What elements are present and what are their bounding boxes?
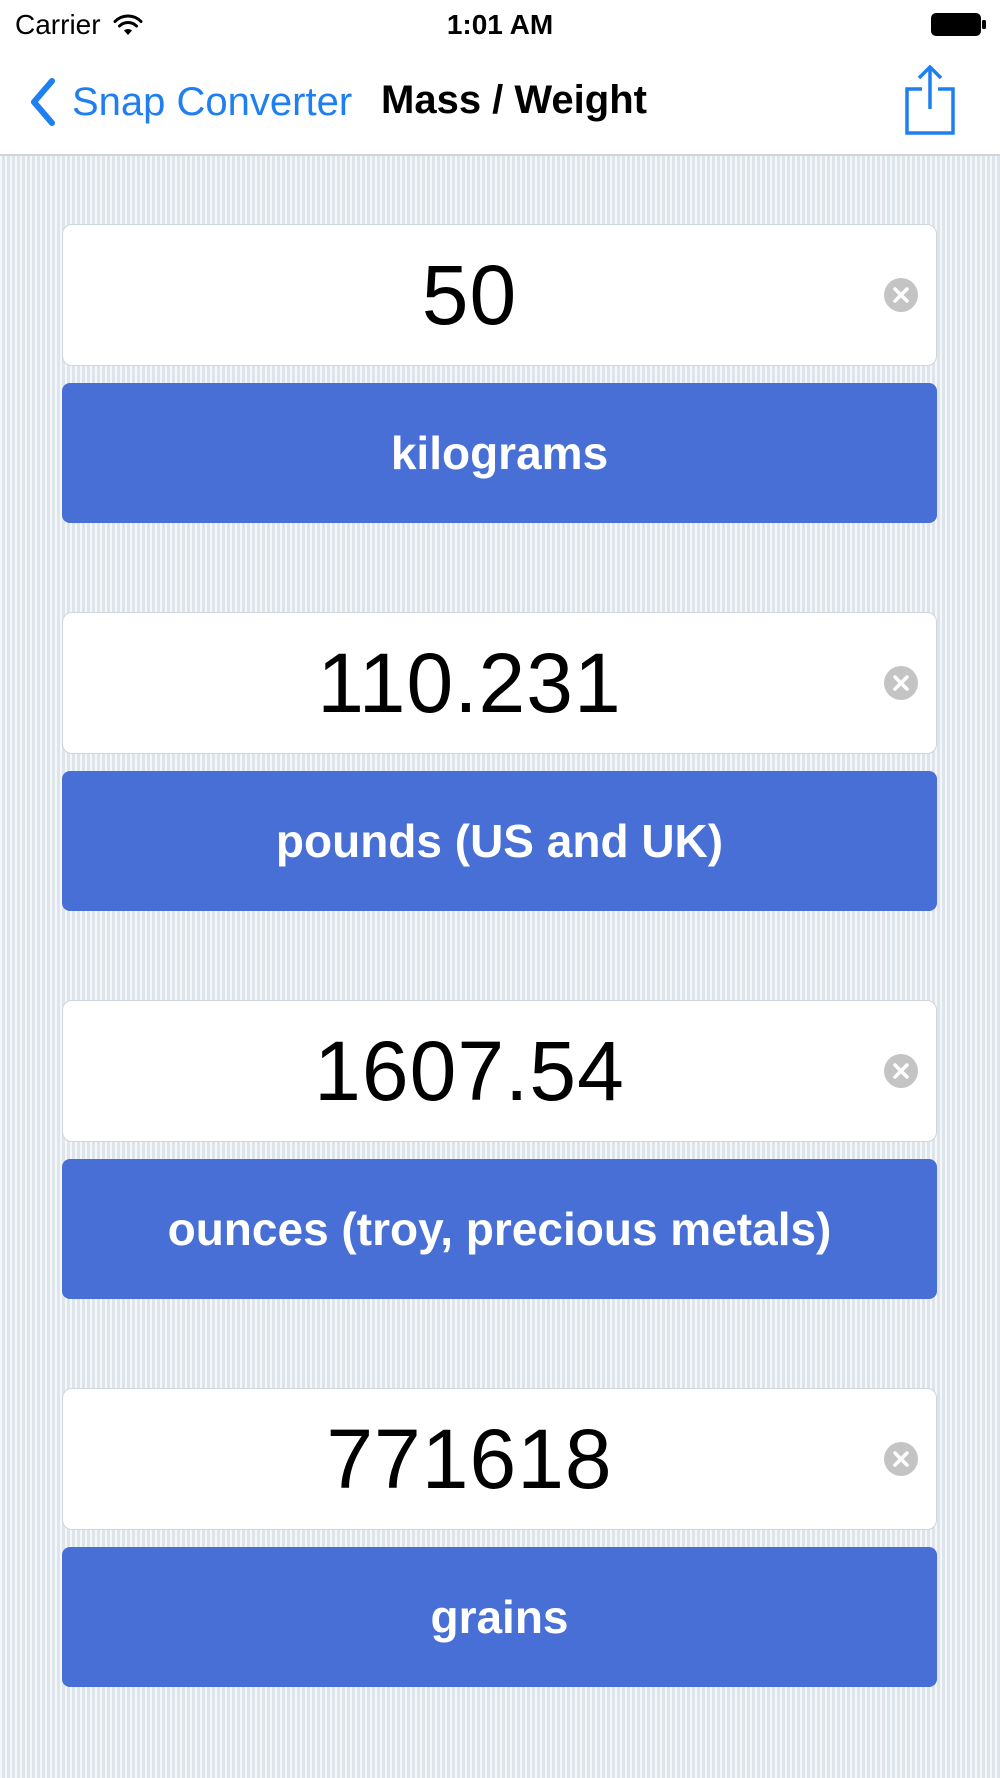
share-icon[interactable] — [905, 65, 955, 135]
navigation-bar: Snap Converter Mass / Weight — [0, 50, 1000, 156]
unit-button-troy-ounces[interactable]: ounces (troy, precious metals) — [62, 1159, 937, 1299]
back-button-label: Snap Converter — [72, 79, 353, 124]
conversion-group-pounds: 110.231 pounds (US and UK) — [62, 612, 937, 911]
unit-button-pounds[interactable]: pounds (US and UK) — [62, 771, 937, 911]
clear-icon[interactable] — [884, 1054, 918, 1088]
value-text: 1607.54 — [314, 1023, 625, 1118]
conversion-group-kilograms: 50 kilograms — [62, 224, 937, 523]
value-input-kilograms[interactable]: 50 — [62, 224, 937, 366]
converter-content: 50 kilograms 110.231 pounds (US and UK) … — [0, 156, 1000, 1778]
status-bar: Carrier 1:01 AM — [0, 0, 1000, 50]
value-input-troy-ounces[interactable]: 1607.54 — [62, 1000, 937, 1142]
value-text: 110.231 — [317, 635, 622, 730]
clear-icon[interactable] — [884, 666, 918, 700]
clear-icon[interactable] — [884, 278, 918, 312]
back-button[interactable]: Snap Converter — [28, 75, 352, 129]
value-text: 771618 — [326, 1411, 613, 1506]
page-title: Mass / Weight — [381, 78, 647, 122]
chevron-left-icon — [31, 78, 55, 126]
conversion-group-troy-ounces: 1607.54 ounces (troy, precious metals) — [62, 1000, 937, 1299]
value-input-grains[interactable]: 771618 — [62, 1388, 937, 1530]
status-time: 1:01 AM — [446, 9, 554, 40]
value-input-pounds[interactable]: 110.231 — [62, 612, 937, 754]
battery-icon — [931, 13, 986, 36]
unit-button-kilograms[interactable]: kilograms — [62, 383, 937, 523]
clear-icon[interactable] — [884, 1442, 918, 1476]
unit-button-grains[interactable]: grains — [62, 1547, 937, 1687]
value-text: 50 — [421, 247, 518, 342]
conversion-group-grains: 771618 grains — [62, 1388, 937, 1687]
